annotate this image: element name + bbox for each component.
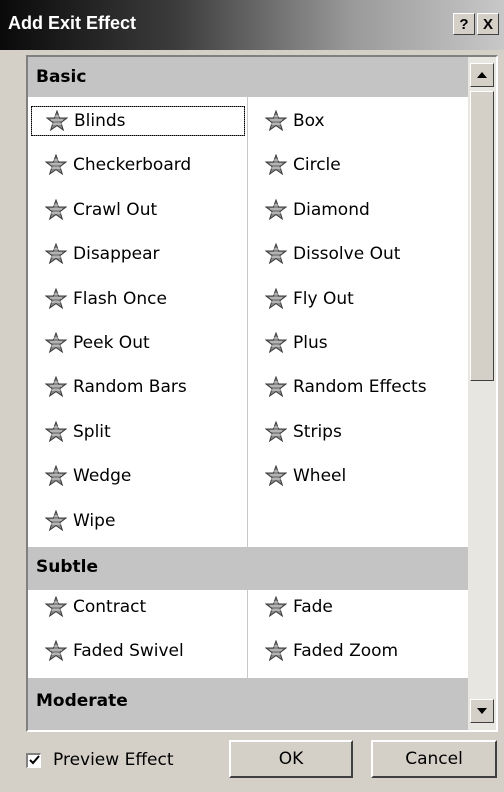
star-dissolve-out-icon bbox=[265, 243, 287, 265]
effect-label: Crawl Out bbox=[73, 199, 158, 220]
effect-label: Strips bbox=[293, 421, 342, 442]
star-faded-swivel-icon bbox=[45, 640, 67, 662]
star-flash-once-icon bbox=[45, 287, 67, 309]
effect-label: Wheel bbox=[293, 466, 347, 487]
effect-label: Diamond bbox=[293, 199, 370, 220]
section-panel: Contract Fade Faded Swivel Faded Zoom bbox=[28, 590, 468, 678]
effect-label: Blinds bbox=[74, 111, 126, 131]
star-wipe-icon bbox=[45, 509, 67, 531]
effect-item[interactable]: Faded Zoom bbox=[251, 636, 441, 666]
star-peek-out-icon bbox=[45, 332, 67, 354]
star-random-effects-icon bbox=[265, 376, 287, 398]
effects-list[interactable]: Basic Blinds Box Checkerboard Circle Crawl Ou… bbox=[26, 55, 498, 732]
star-diamond-icon bbox=[265, 198, 287, 221]
preview-effect-toggle[interactable]: Preview Effect bbox=[26, 750, 174, 770]
star-fade-icon bbox=[265, 596, 287, 618]
effect-label: Dissolve Out bbox=[293, 244, 401, 265]
effect-item[interactable]: Split bbox=[31, 417, 245, 447]
vertical-scrollbar[interactable] bbox=[468, 57, 496, 730]
section-header: Basic bbox=[36, 67, 87, 87]
help-button[interactable]: ? bbox=[453, 13, 475, 35]
ok-button[interactable]: OK bbox=[229, 740, 353, 778]
star-fly-out-icon bbox=[265, 287, 287, 309]
effect-item[interactable]: Flash Once bbox=[31, 284, 245, 314]
checkmark-icon bbox=[28, 755, 40, 765]
help-icon: ? bbox=[459, 15, 469, 33]
effect-item[interactable]: Fly Out bbox=[251, 284, 441, 314]
scroll-thumb[interactable] bbox=[470, 91, 494, 381]
effect-item[interactable]: Faded Swivel bbox=[31, 636, 245, 666]
window-title: Add Exit Effect bbox=[8, 13, 137, 33]
effect-label: Wipe bbox=[73, 510, 116, 531]
effect-label: Wedge bbox=[73, 466, 132, 487]
effect-item[interactable]: Diamond bbox=[251, 195, 441, 225]
effect-label: Split bbox=[73, 421, 111, 442]
effect-label: Contract bbox=[73, 597, 147, 617]
star-plus-icon bbox=[265, 332, 287, 354]
effect-label: Circle bbox=[293, 155, 341, 176]
effect-label: Plus bbox=[293, 333, 328, 353]
arrow-down-icon bbox=[477, 708, 487, 714]
effect-item[interactable]: Random Bars bbox=[31, 372, 245, 402]
star-strips-icon bbox=[265, 420, 287, 443]
effect-label: Flash Once bbox=[73, 288, 167, 309]
effect-label: Random Effects bbox=[293, 377, 427, 398]
effect-item[interactable]: Disappear bbox=[31, 239, 245, 269]
effect-item[interactable]: Wheel bbox=[251, 461, 441, 491]
star-circle-icon bbox=[265, 154, 287, 176]
effect-item[interactable]: Wedge bbox=[31, 461, 245, 491]
effect-label: Box bbox=[293, 111, 325, 131]
effect-item[interactable]: Strips bbox=[251, 417, 441, 447]
effect-item[interactable]: Fade bbox=[251, 592, 441, 622]
preview-effect-label: Preview Effect bbox=[53, 750, 174, 770]
star-faded-zoom-icon bbox=[265, 640, 287, 662]
section-panel: Blinds Box Checkerboard Circle Crawl Out Diam… bbox=[28, 97, 468, 547]
effect-label: Checkerboard bbox=[73, 155, 192, 176]
scroll-down-button[interactable] bbox=[470, 699, 494, 723]
title-bar[interactable]: Add Exit Effect ? X bbox=[0, 0, 504, 50]
cancel-label: Cancel bbox=[405, 749, 463, 769]
star-random-bars-icon bbox=[45, 376, 67, 398]
star-checkerboard-icon bbox=[45, 154, 67, 176]
close-icon: X bbox=[482, 15, 493, 33]
scroll-up-button[interactable] bbox=[470, 63, 494, 87]
effect-item[interactable]: Circle bbox=[251, 150, 441, 180]
effect-label: Random Bars bbox=[73, 377, 187, 398]
star-blinds-icon bbox=[46, 110, 68, 132]
effect-label: Faded Swivel bbox=[73, 641, 184, 662]
column-divider bbox=[247, 590, 248, 678]
star-wheel-icon bbox=[265, 465, 287, 487]
cancel-button[interactable]: Cancel bbox=[371, 740, 497, 778]
star-crawl-out-icon bbox=[45, 198, 67, 221]
effects-list-content: Basic Blinds Box Checkerboard Circle Crawl Ou… bbox=[28, 57, 468, 730]
effect-item[interactable]: Contract bbox=[31, 592, 245, 622]
effect-label: Peek Out bbox=[73, 333, 150, 353]
star-contract-icon bbox=[45, 596, 67, 618]
section-header: Subtle bbox=[36, 557, 98, 577]
arrow-up-icon bbox=[477, 72, 487, 78]
ok-label: OK bbox=[278, 749, 304, 769]
footer: Preview Effect OK Cancel bbox=[0, 734, 504, 792]
star-wedge-icon bbox=[45, 465, 67, 487]
column-divider bbox=[247, 97, 248, 547]
effect-label: Faded Zoom bbox=[293, 641, 399, 662]
effect-item[interactable]: Plus bbox=[251, 328, 441, 358]
effect-item[interactable]: Peek Out bbox=[31, 328, 245, 358]
section-header: Moderate bbox=[36, 691, 128, 711]
effect-item[interactable]: Dissolve Out bbox=[251, 239, 441, 269]
effect-label: Disappear bbox=[73, 244, 160, 265]
effect-item[interactable]: Box bbox=[251, 106, 441, 136]
star-box-icon bbox=[265, 110, 287, 132]
star-disappear-icon bbox=[45, 243, 67, 265]
effect-item[interactable]: Wipe bbox=[31, 506, 245, 536]
effect-label: Fade bbox=[293, 597, 333, 617]
effect-item[interactable]: Crawl Out bbox=[31, 195, 245, 225]
effect-item[interactable]: Random Effects bbox=[251, 372, 441, 402]
effect-item[interactable]: Blinds bbox=[31, 106, 245, 136]
star-split-icon bbox=[45, 420, 67, 443]
close-button[interactable]: X bbox=[477, 13, 499, 35]
preview-effect-checkbox[interactable] bbox=[26, 752, 41, 768]
effect-label: Fly Out bbox=[293, 288, 354, 309]
effect-item[interactable]: Checkerboard bbox=[31, 150, 245, 180]
